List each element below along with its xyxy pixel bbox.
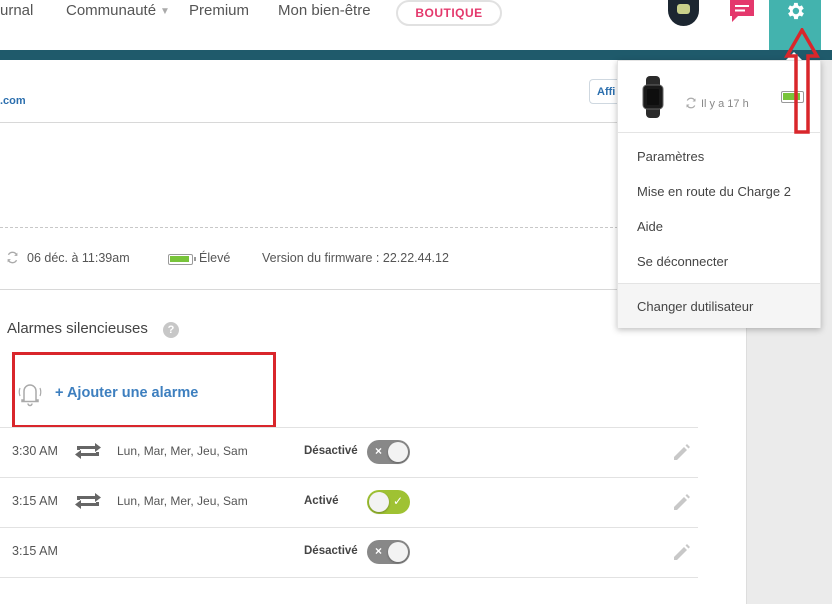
add-alarm-button[interactable]: + Ajouter une alarme [55, 385, 198, 401]
repeat-icon [75, 443, 101, 459]
sync-time-text: Il y a 17 h [701, 98, 749, 110]
chevron-down-icon[interactable]: ▼ [160, 6, 170, 17]
battery-icon [168, 254, 196, 265]
divider [0, 577, 698, 578]
alarm-row: 3:15 AM Lun, Mar, Mer, Jeu, Sam Activé ✓ [0, 477, 698, 527]
toggle-knob [369, 492, 389, 512]
last-sync-text: 06 déc. à 11:39am [27, 251, 130, 265]
alarm-toggle[interactable]: × [367, 540, 410, 564]
firmware-version-text: Version du firmware : 22.22.44.12 [262, 251, 449, 265]
alarm-status: Désactivé [304, 545, 358, 557]
alarm-status: Désactivé [304, 445, 358, 457]
annotation-arrow-icon [784, 28, 820, 134]
toggle-knob [388, 542, 408, 562]
nav-journal[interactable]: urnal [0, 2, 33, 19]
help-icon[interactable]: ? [163, 322, 179, 338]
menu-item-logout[interactable]: Se déconnecter [637, 254, 728, 269]
alarm-days: Lun, Mar, Mer, Jeu, Sam [117, 444, 248, 458]
alarm-days: Lun, Mar, Mer, Jeu, Sam [117, 494, 248, 508]
battery-level-text: Élevé [199, 251, 231, 265]
top-navigation: urnal Communauté ▼ Premium Mon bien-être… [0, 0, 832, 50]
pencil-edit-icon[interactable] [672, 442, 692, 462]
sync-icon [686, 97, 696, 109]
pencil-edit-icon[interactable] [672, 492, 692, 512]
nav-community[interactable]: Communauté [66, 2, 156, 19]
menu-item-switch-user[interactable]: Changer dutilisateur [618, 283, 820, 328]
sync-icon [7, 251, 18, 264]
nav-wellbeing[interactable]: Mon bien-être [278, 2, 371, 19]
menu-item-help[interactable]: Aide [637, 219, 663, 234]
account-email: .com [0, 95, 26, 107]
gear-icon [788, 2, 804, 20]
divider [0, 227, 618, 228]
alarm-toggle[interactable]: × [367, 440, 410, 464]
close-icon: × [375, 444, 383, 458]
shop-button[interactable]: BOUTIQUE [396, 0, 502, 26]
alarms-section-title: Alarmes silencieuses [7, 320, 148, 337]
menu-item-setup-charge2[interactable]: Mise en route du Charge 2 [637, 184, 791, 199]
alarm-time: 3:30 AM [12, 444, 58, 458]
toggle-knob [388, 442, 408, 462]
alarm-time: 3:15 AM [12, 494, 58, 508]
nav-premium[interactable]: Premium [189, 2, 249, 19]
alarm-time: 3:15 AM [12, 544, 58, 558]
message-icon[interactable] [728, 0, 756, 22]
divider [0, 122, 618, 123]
alarm-toggle[interactable]: ✓ [367, 490, 410, 514]
divider [0, 289, 618, 290]
pencil-edit-icon[interactable] [672, 542, 692, 562]
alarm-row: 3:15 AM Désactivé × [0, 527, 698, 577]
alarm-row: 3:30 AM Lun, Mar, Mer, Jeu, Sam Désactiv… [0, 427, 698, 477]
alarm-status: Activé [304, 495, 339, 507]
close-icon: × [375, 544, 383, 558]
bell-icon [18, 384, 42, 407]
menu-item-settings[interactable]: Paramètres [637, 149, 704, 164]
avatar[interactable] [668, 0, 699, 26]
header-accent-bar [0, 50, 832, 60]
fitness-tracker-icon [642, 76, 664, 118]
repeat-icon [75, 493, 101, 509]
switch-user-label: Changer dutilisateur [637, 299, 754, 314]
check-icon: ✓ [392, 494, 403, 508]
